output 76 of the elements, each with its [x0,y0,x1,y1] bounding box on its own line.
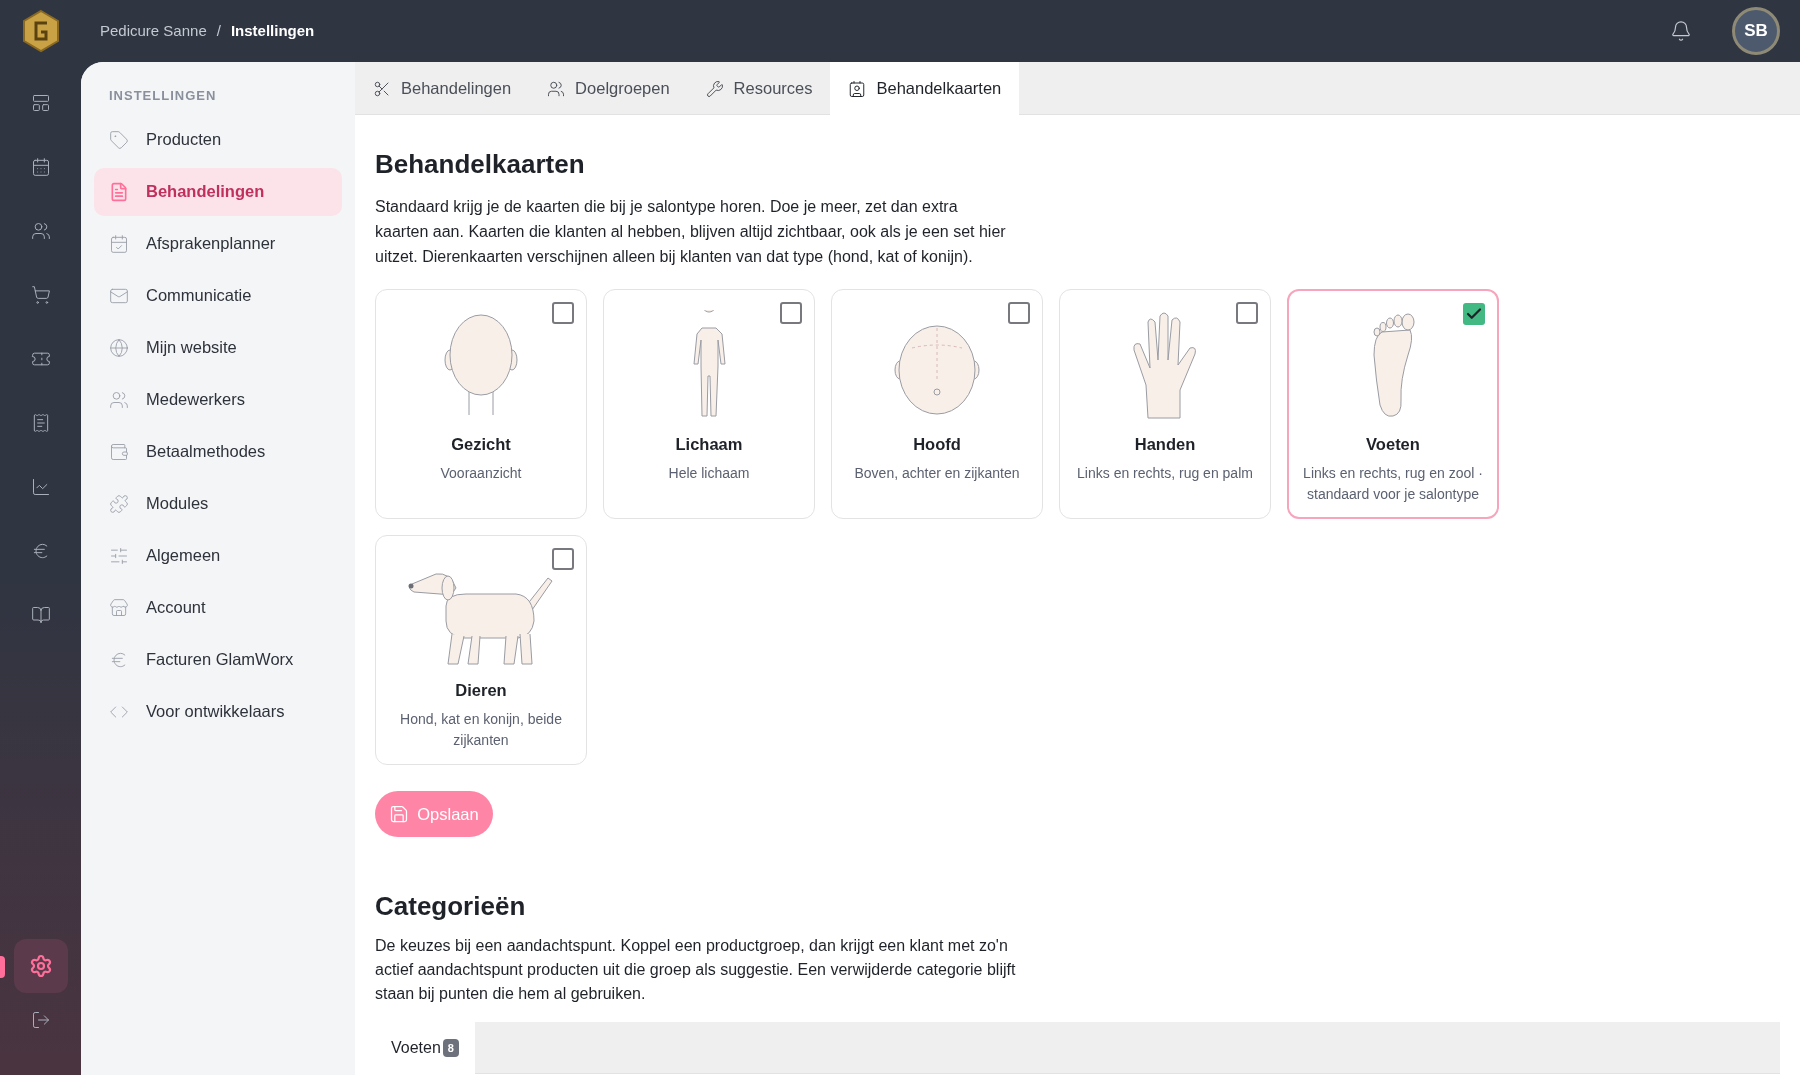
sidebar-item[interactable]: Facturen GlamWorx [94,635,342,684]
checkbox[interactable] [1236,302,1258,324]
card-title: Handen [1134,434,1196,455]
card-option[interactable]: Dieren Hond, kat en konijn, beide zijkanten [375,535,587,765]
section-description: De keuzes bij een aandachtspunt. Koppel een productgroep, dan krijgt een klant met zo'n actief aandachtspunt producten uit die groep als suggestie. Een verwijderde categorie blijft staan bij punten die hem al gebruiken. [375,936,1017,1004]
card-subtitle: Boven, achter en zijkanten [854,463,1020,483]
section-title: Behandelkaarten [375,148,586,181]
settings-button[interactable] [13,939,68,993]
sidebar-item[interactable]: Medewerkers [94,375,342,424]
card-subtitle: Links en rechts, rug en zool · standaard voor je salontype [1302,463,1484,504]
sidebar-item[interactable]: Afsprakenplanner [94,219,342,268]
people-icon [30,221,51,241]
section-title: Categorieën [375,890,527,923]
settings-icon [28,954,53,978]
sidebar-item[interactable]: Voor ontwikkelaars [94,687,342,736]
card-title: Lichaam [675,434,743,455]
logout-icon [30,1010,51,1030]
checkbox[interactable] [1008,302,1030,324]
section-description: Standaard krijg je de kaarten die bij je salontype horen. Doe je meer, zet dan extra kaarten aan. Kaarten die klanten al hebben, blijven altijd zichtbaar, ook als je een set hier uitzet. Dierenkaarten verschijnen alleen bij klanten van dat type (hond, kat of konijn). [375,197,1007,267]
store-icon [109,597,129,618]
card-subtitle: Hond, kat en konijn, beide zijkanten [399,709,563,750]
sidebar-item[interactable]: Modules [94,479,342,528]
card-subtitle: Vooraanzicht [440,463,522,483]
puzzle-icon [109,493,129,514]
sidebar-item[interactable]: Mijn website [94,323,342,372]
layout-icon [30,93,51,113]
breadcrumb-separator: / [216,20,221,41]
checkbox[interactable] [1463,303,1485,325]
tab[interactable]: Behandelkaarten [830,62,1020,115]
breadcrumb-link[interactable]: Pedicure Sanne [100,19,207,43]
portrait-icon [848,79,867,98]
checkbox[interactable] [780,302,802,324]
sidebar-item[interactable]: Betaalmethodes [94,427,342,476]
card-option[interactable]: Voeten Links en rechts, rug en zool · standaard voor je salontype [1287,289,1499,519]
tab[interactable]: Resources [687,62,831,115]
breadcrumb-current: Instellingen [230,20,315,41]
card-title: Gezicht [451,434,511,455]
calendar-icon [30,157,51,177]
sidebar-item[interactable]: Producten [94,115,342,164]
globe-icon [109,337,129,358]
card-subtitle: Hele lichaam [668,463,750,483]
save-icon [389,804,410,824]
tab[interactable]: Doelgroepen [529,62,688,115]
people-icon [547,79,566,98]
wrench-icon [705,79,724,98]
scissors-icon [373,79,391,98]
calendar-icon [109,233,129,254]
card-option[interactable]: Hoofd Boven, achter en zijkanten [831,289,1043,519]
card-subtitle: Links en rechts, rug en palm [1077,463,1253,483]
sidebar-item[interactable]: Behandelingen [94,167,342,216]
card-option[interactable]: Lichaam Hele lichaam [603,289,815,519]
people-icon [109,389,129,410]
card-title: Dieren [455,680,507,701]
chart-icon [30,477,51,497]
card-option[interactable]: Gezicht Vooraanzicht [375,289,587,519]
card-option[interactable]: Handen Links en rechts, rug en palm [1059,289,1271,519]
card-title: Hoofd [913,434,961,455]
money-icon [109,441,129,462]
tab[interactable]: Behandelingen [355,62,530,115]
book-icon [30,605,51,625]
card-title: Voeten [1366,434,1420,455]
active-indicator [0,956,5,978]
cart-icon [30,285,51,305]
tag-icon [109,129,129,150]
sidebar-item[interactable]: Account [94,583,342,632]
checkbox[interactable] [552,302,574,324]
notification-icon[interactable] [1670,20,1692,42]
document-icon [109,181,129,202]
sidebar-item[interactable]: Algemeen [94,531,342,580]
sidebar-item[interactable]: Communicatie [94,271,342,320]
logo-icon [20,9,61,53]
user-avatar[interactable]: SB [1732,7,1780,55]
checkbox[interactable] [552,548,574,570]
count-badge: 8 [442,1039,459,1057]
sidebar-heading: INSTELLINGEN [108,87,218,105]
sliders-icon [109,545,129,566]
